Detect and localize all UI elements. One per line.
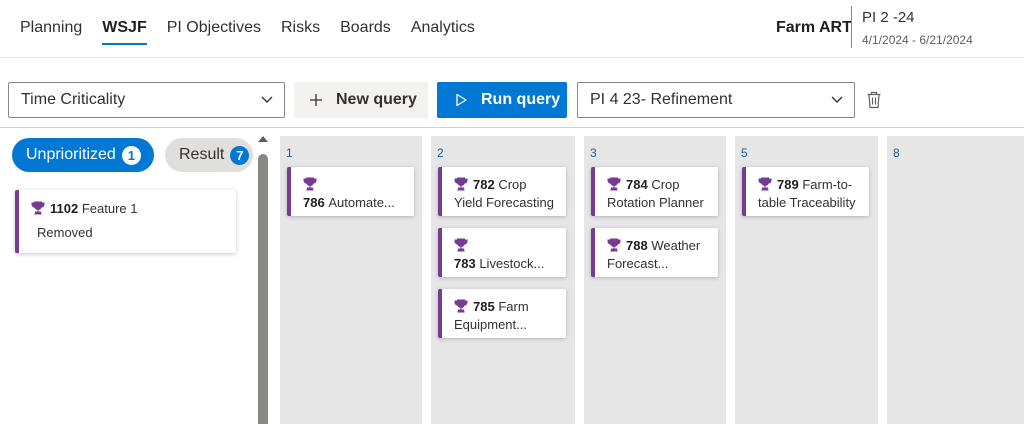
trophy-icon [607, 238, 621, 252]
feature-card[interactable]: 788 Weather Forecast... [591, 228, 718, 277]
wsjf-column-8: 8 [887, 136, 1024, 424]
scrollbar-thumb[interactable] [258, 154, 268, 424]
card-title: Automate... [328, 195, 395, 210]
card-title-line: 785 Farm [454, 298, 558, 316]
feature-card[interactable]: 785 Farm Equipment... [438, 289, 566, 338]
tab-risks[interactable]: Risks [281, 19, 320, 45]
card-id: 782 [473, 177, 495, 192]
card-title-cont: Equipment... [454, 317, 527, 332]
result-label: Result [179, 146, 225, 163]
trophy-icon [454, 238, 468, 252]
tab-boards[interactable]: Boards [340, 19, 391, 45]
column-number: 5 [741, 146, 748, 160]
trophy-icon [303, 177, 317, 191]
card-title-line: 788 Weather [607, 237, 710, 255]
query-select-value: PI 4 23- Refinement [590, 91, 733, 108]
tab-wsjf[interactable]: WSJF [102, 19, 148, 45]
card-title-line: 783 Livestock... [454, 255, 558, 273]
feature-card[interactable]: 789 Farm-to- table Traceability [742, 167, 869, 216]
trophy-icon [758, 177, 772, 191]
card-id: 1102 [50, 201, 79, 216]
scroll-up-arrow[interactable] [258, 136, 268, 142]
column-number: 2 [437, 146, 444, 160]
card-title: Crop [651, 177, 680, 192]
feature-card[interactable]: 784 Crop Rotation Planner [591, 167, 718, 216]
criteria-select[interactable]: Time Criticality [8, 82, 285, 118]
run-query-button[interactable]: Run query [437, 82, 567, 118]
card-title-line: 784 Crop [607, 176, 710, 194]
result-toggle[interactable]: Result 7 [165, 138, 253, 172]
feature-card[interactable]: 783 Livestock... [438, 228, 566, 277]
trophy-icon [454, 177, 468, 191]
card-id: 786 [303, 195, 325, 210]
trophy-icon [607, 177, 621, 191]
trophy-icon [31, 201, 45, 215]
card-title-line: 789 Farm-to- [758, 176, 861, 194]
card-id: 788 [626, 238, 648, 253]
top-navigation: Planning WSJF PI Objectives Risks Boards… [0, 0, 1024, 58]
pi-name[interactable]: PI 2 -24 [862, 9, 915, 26]
card-icon-line [454, 237, 558, 255]
card-title-cont: Forecast... [607, 256, 669, 271]
card-title: Weather [651, 238, 701, 253]
trophy-icon [454, 299, 468, 313]
column-number: 8 [893, 146, 900, 160]
pi-divider [851, 6, 852, 48]
card-title: Farm-to- [802, 177, 853, 192]
chevron-down-icon [261, 96, 273, 103]
card-title: Farm [498, 299, 529, 314]
trash-icon[interactable] [866, 91, 882, 109]
plus-icon [310, 94, 322, 106]
card-title-cont: Yield Forecasting [454, 195, 554, 210]
feature-card[interactable]: 786 Automate... [287, 167, 414, 216]
card-icon-line [303, 176, 406, 194]
card-id: 789 [777, 177, 799, 192]
card-status: Removed [37, 225, 93, 240]
feature-card[interactable]: 782 Crop Yield Forecasting [438, 167, 566, 216]
query-select[interactable]: PI 4 23- Refinement [577, 82, 855, 118]
card-id: 783 [454, 256, 476, 271]
new-query-button[interactable]: New query [294, 82, 428, 118]
unprioritized-count-badge: 1 [121, 145, 141, 165]
card-title: Livestock... [479, 256, 545, 271]
tab-planning[interactable]: Planning [20, 19, 82, 45]
card-title-line: 782 Crop [454, 176, 558, 194]
card-title: Feature 1 [81, 201, 138, 216]
new-query-label: New query [336, 91, 417, 108]
column-number: 3 [590, 146, 597, 160]
team-name[interactable]: Farm ART [776, 19, 852, 37]
card-title: Crop [498, 177, 527, 192]
card-title-cont: table Traceability [758, 195, 856, 210]
unprioritized-label: Unprioritized [26, 146, 116, 163]
card-title-line: 786 Automate... [303, 194, 406, 212]
toolbar: Time Criticality New query Run query PI … [0, 70, 1024, 128]
play-icon [456, 93, 467, 107]
chevron-down-icon [831, 96, 843, 103]
tab-analytics[interactable]: Analytics [411, 19, 475, 45]
card-title-line: 1102 Feature 1 [31, 200, 228, 218]
pi-dates: 4/1/2024 - 6/21/2024 [862, 33, 973, 47]
tab-pi-objectives[interactable]: PI Objectives [167, 19, 261, 45]
nav-tabs: Planning WSJF PI Objectives Risks Boards… [20, 19, 495, 45]
criteria-select-value: Time Criticality [21, 91, 126, 108]
card-id: 785 [473, 299, 495, 314]
run-query-label: Run query [481, 91, 561, 108]
unprioritized-card[interactable]: 1102 Feature 1 Removed [15, 190, 236, 253]
unprioritized-toggle[interactable]: Unprioritized 1 [12, 138, 154, 172]
card-id: 784 [626, 177, 648, 192]
column-number: 1 [286, 146, 293, 160]
result-count-badge: 7 [230, 145, 250, 165]
card-title-cont: Rotation Planner [607, 195, 704, 210]
